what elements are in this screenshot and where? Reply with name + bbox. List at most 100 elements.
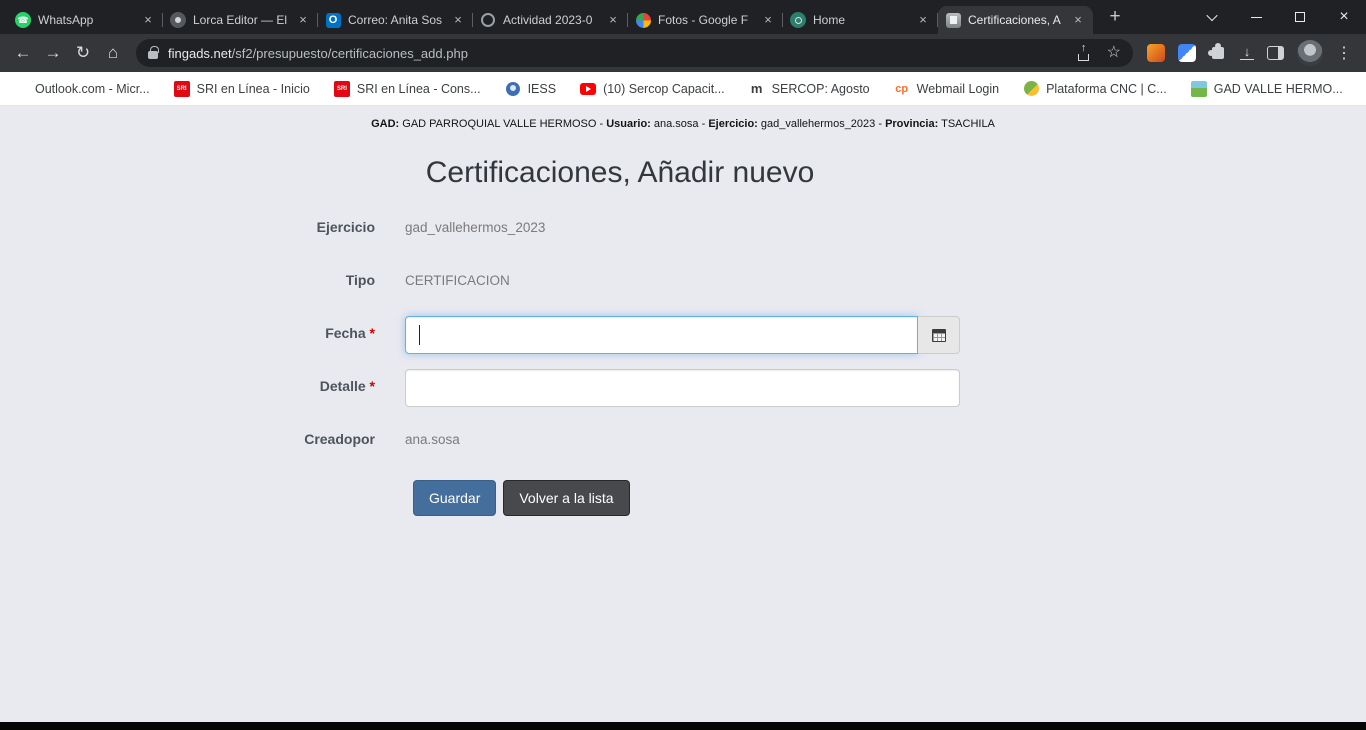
bookmark-plataforma-cnc[interactable]: Plataforma CNC | C... bbox=[1023, 81, 1167, 97]
header-ejercicio-label: Ejercicio: bbox=[708, 118, 758, 130]
tab-close-icon[interactable]: × bbox=[1070, 12, 1086, 28]
tab-close-icon[interactable]: × bbox=[140, 12, 156, 28]
form-row-tipo: Tipo CERTIFICACION bbox=[280, 263, 960, 301]
extension-icon-1[interactable] bbox=[1147, 44, 1165, 62]
bookmark-label: Webmail Login bbox=[917, 82, 999, 96]
extensions-area: ↓ ⋮ bbox=[1147, 40, 1352, 66]
site-header-info: GAD: GAD PARROQUIAL VALLE HERMOSO - Usua… bbox=[0, 106, 1366, 130]
downloads-icon[interactable]: ↓ bbox=[1240, 46, 1254, 60]
tab-correo-outlook[interactable]: O Correo: Anita Sos × bbox=[318, 6, 473, 34]
guardar-button[interactable]: Guardar bbox=[413, 480, 496, 516]
side-panel-icon[interactable] bbox=[1267, 46, 1284, 60]
tab-search-chevron-icon[interactable] bbox=[1190, 0, 1234, 34]
extensions-puzzle-icon[interactable] bbox=[1212, 47, 1224, 59]
fingads-favicon bbox=[946, 13, 961, 28]
tab-strip: ☎ WhatsApp × Lorca Editor — El × O Corre… bbox=[0, 0, 1366, 34]
close-window-button[interactable]: × bbox=[1322, 0, 1366, 34]
tab-google-photos[interactable]: Fotos - Google F × bbox=[628, 6, 783, 34]
tab-label: Home bbox=[813, 13, 908, 27]
text-cursor bbox=[419, 325, 420, 345]
bookmark-sri-consultas[interactable]: SRI SRI en Línea - Cons... bbox=[334, 81, 481, 97]
address-bar[interactable]: fingads.net/sf2/presupuesto/certificacio… bbox=[136, 39, 1133, 67]
bookmark-iess[interactable]: IESS bbox=[505, 81, 557, 97]
detalle-input[interactable] bbox=[405, 369, 960, 407]
reload-button[interactable]: ↻ bbox=[68, 38, 98, 68]
browser-toolbar: ← → ↻ ⌂ fingads.net/sf2/presupuesto/cert… bbox=[0, 34, 1366, 72]
minimize-button[interactable] bbox=[1234, 0, 1278, 34]
tabs-container: ☎ WhatsApp × Lorca Editor — El × O Corre… bbox=[0, 6, 1093, 34]
required-asterisk: * bbox=[370, 378, 375, 394]
form-row-detalle: Detalle * bbox=[280, 369, 960, 407]
profile-avatar[interactable] bbox=[1297, 40, 1323, 66]
bookmark-sercop-youtube[interactable]: (10) Sercop Capacit... bbox=[580, 81, 725, 97]
form-row-ejercicio: Ejercicio gad_vallehermos_2023 bbox=[280, 210, 960, 248]
outlook-icon: O bbox=[326, 13, 341, 28]
youtube-icon bbox=[580, 83, 596, 95]
cnc-icon bbox=[1024, 81, 1039, 96]
bookmark-label: Plataforma CNC | C... bbox=[1046, 82, 1167, 96]
form-container: Certificaciones, Añadir nuevo Ejercicio … bbox=[280, 156, 960, 516]
ejercicio-value: gad_vallehermos_2023 bbox=[405, 210, 960, 248]
tab-close-icon[interactable]: × bbox=[760, 12, 776, 28]
bookmark-label: SERCOP: Agosto bbox=[772, 82, 870, 96]
tab-label: Actividad 2023-0 bbox=[503, 13, 598, 27]
calendar-icon bbox=[932, 329, 946, 342]
fecha-input[interactable] bbox=[405, 316, 918, 354]
form-row-fecha: Fecha * bbox=[280, 316, 960, 354]
form-buttons: Guardar Volver a la lista bbox=[413, 480, 960, 516]
header-gad-label: GAD: bbox=[371, 118, 399, 130]
page-content: GAD: GAD PARROQUIAL VALLE HERMOSO - Usua… bbox=[0, 106, 1366, 722]
bookmark-label: SRI en Línea - Cons... bbox=[357, 82, 481, 96]
tab-lorca-editor[interactable]: Lorca Editor — El × bbox=[163, 6, 318, 34]
calendar-button[interactable] bbox=[918, 316, 960, 354]
forward-button[interactable]: → bbox=[38, 38, 68, 68]
bookmark-gad-valle-hermoso[interactable]: GAD VALLE HERMO... bbox=[1191, 81, 1343, 97]
bookmark-webmail[interactable]: cp Webmail Login bbox=[894, 81, 999, 97]
tab-certificaciones-active[interactable]: Certificaciones, A × bbox=[938, 6, 1093, 34]
creadopor-value: ana.sosa bbox=[405, 422, 960, 460]
moodle-icon: m bbox=[749, 81, 765, 97]
creadopor-label: Creadopor bbox=[280, 422, 375, 460]
whatsapp-icon: ☎ bbox=[15, 12, 31, 28]
lorca-editor-icon bbox=[170, 12, 186, 28]
browser-window: ☎ WhatsApp × Lorca Editor — El × O Corre… bbox=[0, 0, 1366, 730]
ejercicio-label: Ejercicio bbox=[280, 210, 375, 248]
new-tab-button[interactable]: + bbox=[1101, 3, 1129, 31]
page-title: Certificaciones, Añadir nuevo bbox=[280, 156, 960, 190]
tab-close-icon[interactable]: × bbox=[450, 12, 466, 28]
url-text: fingads.net/sf2/presupuesto/certificacio… bbox=[168, 46, 468, 61]
bookmark-outlook[interactable]: Outlook.com - Micr... bbox=[12, 81, 150, 97]
browser-menu-icon[interactable]: ⋮ bbox=[1336, 43, 1352, 63]
fecha-label: Fecha * bbox=[280, 316, 375, 354]
home-button[interactable]: ⌂ bbox=[98, 38, 128, 68]
header-provincia-value: TSACHILA bbox=[938, 118, 995, 130]
translate-extension-icon[interactable] bbox=[1178, 44, 1196, 62]
tab-close-icon[interactable]: × bbox=[915, 12, 931, 28]
tab-close-icon[interactable]: × bbox=[295, 12, 311, 28]
back-button[interactable]: ← bbox=[8, 38, 38, 68]
tab-whatsapp[interactable]: ☎ WhatsApp × bbox=[8, 6, 163, 34]
iess-icon bbox=[506, 82, 520, 96]
bookmark-sercop-agosto[interactable]: m SERCOP: Agosto bbox=[749, 81, 870, 97]
tipo-value: CERTIFICACION bbox=[405, 263, 960, 301]
share-icon[interactable]: ↑ bbox=[1077, 46, 1091, 61]
bookmark-star-icon[interactable]: ☆ bbox=[1107, 45, 1121, 61]
tab-label: Correo: Anita Sos bbox=[348, 13, 443, 27]
tab-close-icon[interactable]: × bbox=[605, 12, 621, 28]
tab-label: Certificaciones, A bbox=[968, 13, 1063, 27]
bookmark-label: SRI en Línea - Inicio bbox=[197, 82, 310, 96]
url-domain: fingads.net bbox=[168, 46, 232, 61]
tab-actividad[interactable]: Actividad 2023-0 × bbox=[473, 6, 628, 34]
maximize-button[interactable] bbox=[1278, 0, 1322, 34]
form-row-creadopor: Creadopor ana.sosa bbox=[280, 422, 960, 460]
bookmark-label: (10) Sercop Capacit... bbox=[603, 82, 725, 96]
bookmark-label: IESS bbox=[528, 82, 557, 96]
tab-label: Fotos - Google F bbox=[658, 13, 753, 27]
footer-bar bbox=[0, 722, 1366, 730]
header-usuario-label: Usuario: bbox=[606, 118, 651, 130]
volver-button[interactable]: Volver a la lista bbox=[503, 480, 629, 516]
sri-icon: SRI bbox=[334, 81, 350, 97]
tab-home[interactable]: Home × bbox=[783, 6, 938, 34]
tab-label: Lorca Editor — El bbox=[193, 13, 288, 27]
bookmark-sri-inicio[interactable]: SRI SRI en Línea - Inicio bbox=[174, 81, 310, 97]
